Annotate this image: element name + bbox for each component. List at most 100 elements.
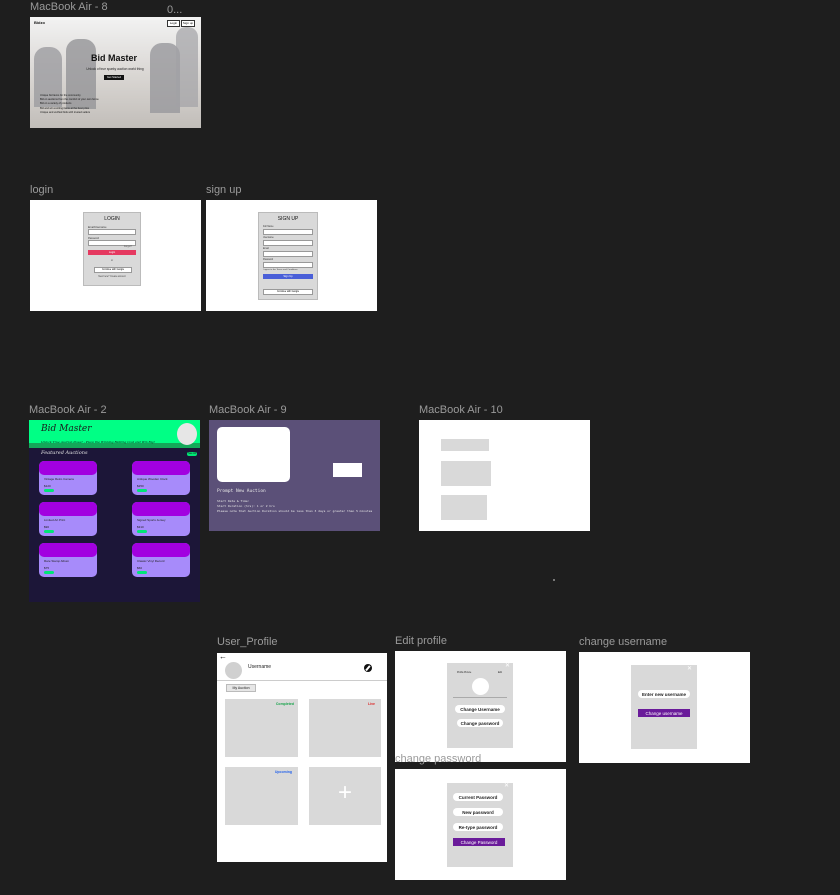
- new-password-field[interactable]: New password: [453, 808, 503, 816]
- terms-checkbox[interactable]: I agree to the Terms and Conditions: [263, 269, 298, 271]
- tab-my-auction[interactable]: My Auction: [226, 684, 256, 692]
- auction-tile[interactable]: Live: [309, 699, 381, 757]
- submit-button[interactable]: [333, 463, 362, 477]
- change-username-button[interactable]: Change Username: [455, 705, 505, 713]
- back-arrow-icon[interactable]: ←: [219, 653, 227, 661]
- login-button[interactable]: Login: [88, 250, 136, 255]
- feature-item: Unique and verified bids with trusted se…: [40, 110, 91, 114]
- current-password-field[interactable]: Current Password: [453, 793, 503, 801]
- auction-name: Rare Stamp Album: [44, 559, 70, 563]
- email-field[interactable]: [88, 229, 136, 235]
- auction-price: $60: [137, 566, 143, 570]
- frame-label-user-profile[interactable]: User_Profile: [217, 636, 278, 648]
- signup-nav-button[interactable]: Sign up: [181, 20, 195, 27]
- bid-button[interactable]: [137, 530, 147, 533]
- close-icon[interactable]: ✕: [687, 665, 692, 672]
- password-field[interactable]: [263, 262, 313, 268]
- frame-signup[interactable]: SIGN UP Full Name Username Email Passwor…: [206, 200, 377, 311]
- plus-icon: +: [337, 779, 352, 806]
- signup-button[interactable]: Sign Up: [263, 274, 313, 279]
- frame-label-change-password[interactable]: change password: [395, 753, 481, 765]
- frame-label-macbook-10[interactable]: MacBook Air - 10: [419, 404, 503, 416]
- bid-button[interactable]: [44, 530, 54, 533]
- status-badge: Live: [367, 702, 375, 706]
- close-icon[interactable]: ✕: [504, 782, 509, 789]
- add-auction-tile[interactable]: +: [309, 767, 381, 825]
- frame-macbook-9[interactable]: Prompt New Auction Start Date & Time: St…: [209, 420, 380, 531]
- auction-card[interactable]: Signed Sports Jersey $310: [132, 502, 190, 536]
- auction-name: Vintage Retro Camera: [44, 477, 74, 481]
- change-password-button[interactable]: Change password: [457, 719, 503, 727]
- password-label: Password: [263, 259, 274, 261]
- auction-name: Limited Art Print: [44, 518, 66, 522]
- email-label: Email: [263, 248, 269, 250]
- frame-macbook-2[interactable]: Bid Master Unlock True Auction Power - P…: [29, 420, 200, 602]
- status-badge: Completed: [275, 702, 294, 706]
- placeholder-block: [441, 495, 487, 520]
- new-username-input[interactable]: Enter new username: [638, 690, 690, 698]
- image-upload-box[interactable]: [217, 427, 290, 482]
- auction-tile[interactable]: Completed: [225, 699, 298, 757]
- edit-profile-icon[interactable]: [364, 664, 372, 672]
- auction-card[interactable]: Classic Vinyl Record $60: [132, 543, 190, 577]
- auction-card[interactable]: Rare Stamp Album $75: [39, 543, 97, 577]
- frame-label-signup[interactable]: sign up: [206, 184, 241, 196]
- google-login-button[interactable]: Continue with Google: [94, 267, 132, 273]
- hero-title: Bid Master: [90, 53, 137, 63]
- section-title: Featured Auctions: [41, 450, 88, 456]
- get-started-button[interactable]: Get Started: [104, 75, 124, 80]
- edit-profile-dialog: ✕ Profile Picture Edit Change Username C…: [447, 663, 513, 748]
- change-password-dialog: ✕ Current Password New password Re-type …: [447, 783, 513, 867]
- close-icon[interactable]: ✕: [505, 662, 510, 669]
- signup-link[interactable]: New here? Create account: [84, 276, 140, 278]
- bid-button[interactable]: [44, 489, 54, 492]
- email-field[interactable]: [263, 251, 313, 257]
- auction-name: Antique Wooden Clock: [137, 477, 168, 481]
- see-all-button[interactable]: See All: [187, 452, 197, 456]
- username-field[interactable]: [263, 240, 313, 246]
- frame-edit-profile[interactable]: ✕ Profile Picture Edit Change Username C…: [395, 651, 566, 762]
- frame-label-login[interactable]: login: [30, 184, 53, 196]
- hero-subtitle: Unlock of true sparky auction world thin…: [86, 67, 144, 71]
- app-title: Bid Master: [41, 424, 92, 434]
- profile-picture[interactable]: [472, 678, 489, 695]
- bid-button[interactable]: [44, 571, 54, 574]
- frame-change-username[interactable]: ✕ Enter new username Change username: [579, 652, 750, 763]
- login-nav-button[interactable]: Login: [167, 20, 180, 27]
- auction-card[interactable]: Vintage Retro Camera $120: [39, 461, 97, 495]
- fullname-field[interactable]: [263, 229, 313, 235]
- signup-card: SIGN UP Full Name Username Email Passwor…: [258, 212, 318, 300]
- frame-label-change-username[interactable]: change username: [579, 636, 667, 648]
- change-password-submit[interactable]: Change Password: [453, 838, 505, 846]
- username-label: Username: [263, 237, 274, 239]
- frame-label-macbook-2[interactable]: MacBook Air - 2: [29, 404, 107, 416]
- profile-avatar: [225, 662, 242, 679]
- brand-logo[interactable]: Bidzo: [34, 20, 45, 25]
- retype-password-field[interactable]: Re-type password: [453, 823, 503, 831]
- change-username-submit[interactable]: Change username: [638, 709, 690, 717]
- status-badge: Upcoming: [274, 770, 292, 774]
- auction-tile[interactable]: Upcoming: [225, 767, 298, 825]
- frame-label-overflow[interactable]: 0...: [167, 4, 182, 16]
- signup-heading: SIGN UP: [277, 216, 299, 222]
- or-divider: or: [110, 259, 114, 262]
- google-signup-button[interactable]: Continue with Google: [263, 289, 313, 295]
- forgot-link[interactable]: Forgot?: [124, 246, 132, 248]
- frame-user-profile[interactable]: ← Username My Auction Completed Live Upc…: [217, 653, 387, 862]
- auction-details: Start Date & Time: Start Duration (hrs):…: [217, 499, 372, 514]
- edit-link[interactable]: Edit: [498, 672, 502, 674]
- auction-price: $120: [44, 484, 51, 488]
- auction-card[interactable]: Antique Wooden Clock $250: [132, 461, 190, 495]
- bid-button[interactable]: [137, 489, 147, 492]
- frame-macbook-10[interactable]: [419, 420, 590, 531]
- avatar[interactable]: [177, 423, 197, 445]
- frame-macbook-8[interactable]: Bidzo Login Sign up Bid Master Unlock of…: [30, 17, 201, 128]
- frame-label-macbook-9[interactable]: MacBook Air - 9: [209, 404, 287, 416]
- profile-picture-label: Profile Picture: [457, 672, 472, 674]
- frame-label-macbook-8[interactable]: MacBook Air - 8: [30, 1, 108, 13]
- frame-label-edit-profile[interactable]: Edit profile: [395, 635, 447, 647]
- auction-card[interactable]: Limited Art Print $90: [39, 502, 97, 536]
- frame-change-password[interactable]: ✕ Current Password New password Re-type …: [395, 769, 566, 880]
- frame-login[interactable]: LOGIN Email/Username Password Forgot? Lo…: [30, 200, 201, 311]
- bid-button[interactable]: [137, 571, 147, 574]
